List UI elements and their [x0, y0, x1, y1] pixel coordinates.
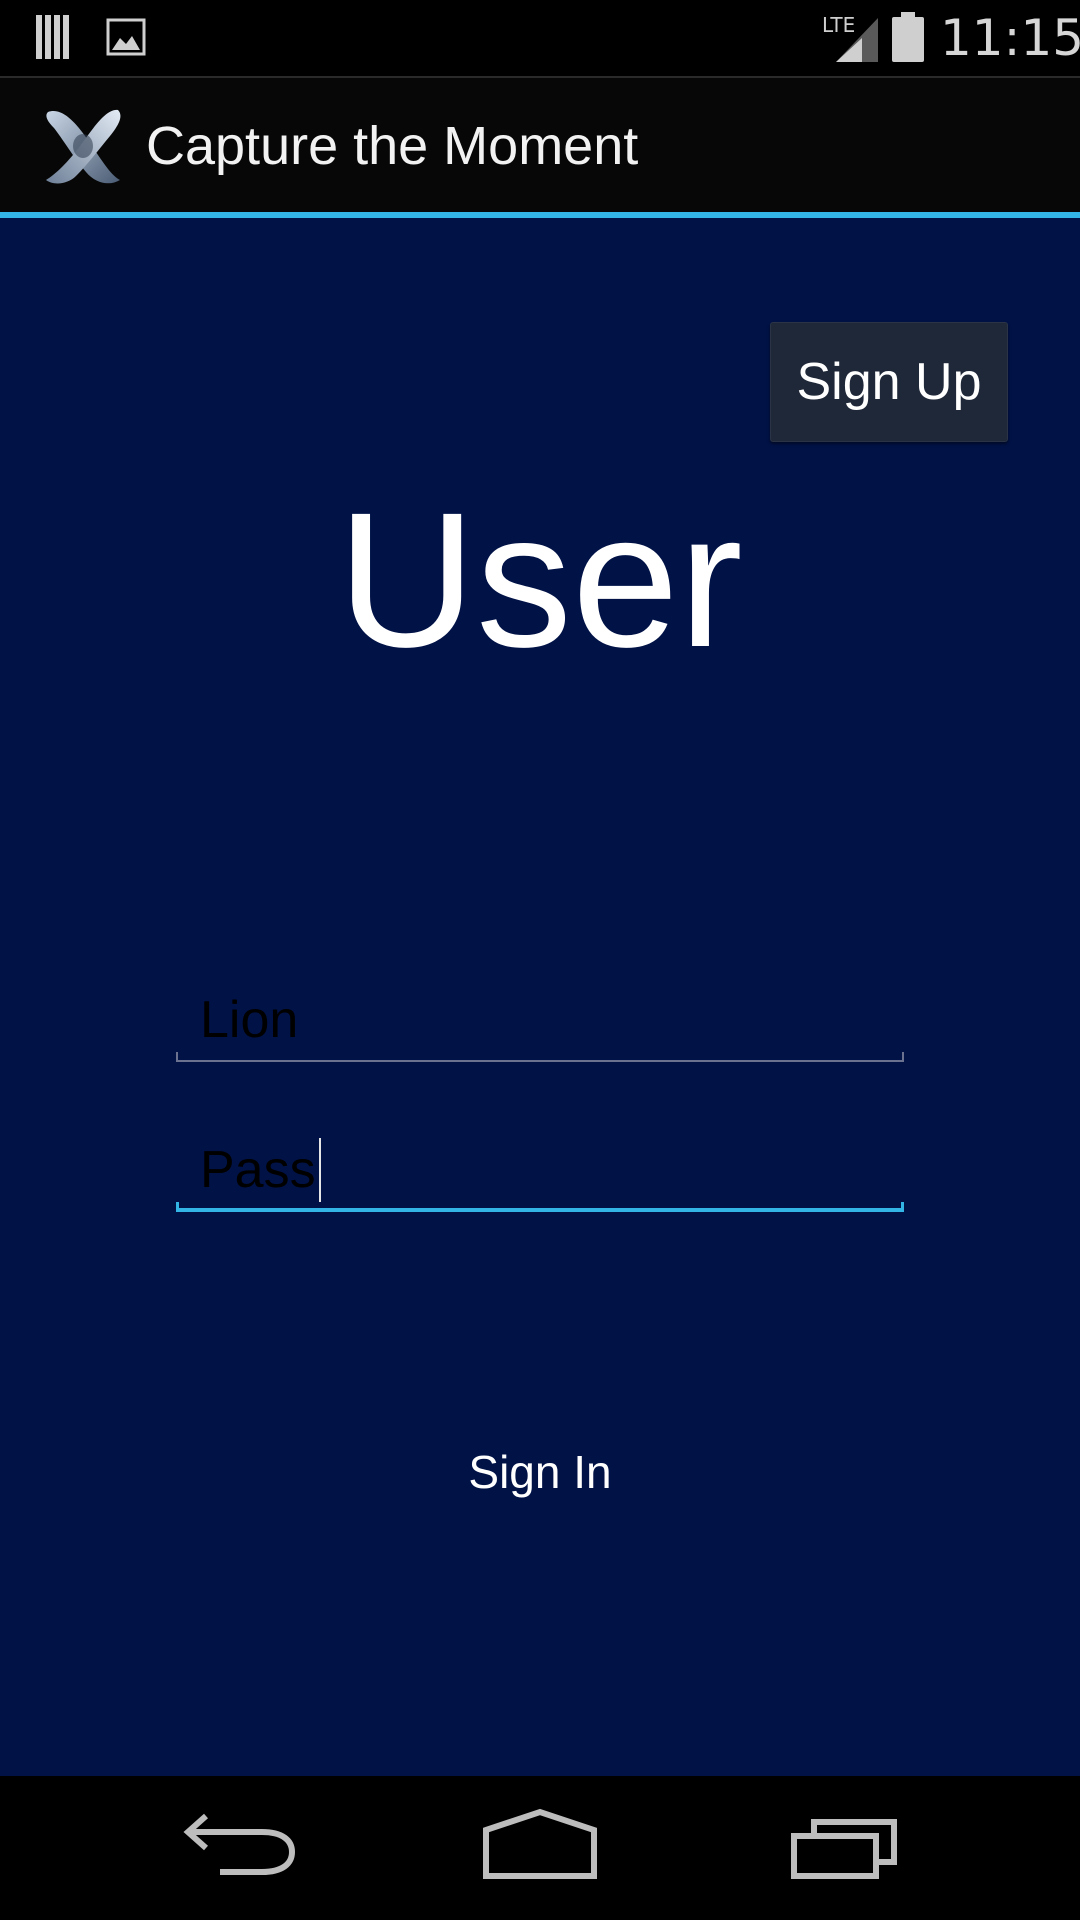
password-field[interactable]: Pass: [176, 1132, 904, 1212]
image-notification-icon: [106, 18, 146, 56]
app-title: Capture the Moment: [146, 116, 639, 176]
battery-icon: [892, 12, 924, 62]
text-cursor: [319, 1138, 321, 1202]
username-input[interactable]: Lion: [200, 982, 890, 1058]
action-bar: Capture the Moment: [0, 76, 1080, 212]
app-screen: LTE 11:15 Capture the Moment Sign Up Use…: [0, 0, 1080, 1920]
network-type-label: LTE: [822, 13, 855, 37]
password-field-underline: [176, 1202, 904, 1212]
username-field[interactable]: Lion: [176, 982, 904, 1062]
username-field-underline: [176, 1052, 904, 1062]
recent-apps-button[interactable]: [764, 1796, 924, 1900]
home-button[interactable]: [460, 1796, 620, 1900]
barcode-notification-icon: [36, 15, 69, 59]
back-icon: [183, 1813, 296, 1875]
sign-up-button[interactable]: Sign Up: [770, 322, 1008, 442]
home-icon: [483, 1808, 597, 1879]
status-bar: LTE 11:15: [0, 0, 1080, 76]
status-clock: 11:15: [940, 9, 1080, 67]
lte-signal-icon: LTE: [822, 13, 878, 62]
app-logo-icon[interactable]: [40, 102, 126, 188]
page-title: User: [337, 472, 743, 687]
password-input-text: Pass: [200, 1141, 316, 1199]
back-button[interactable]: [160, 1796, 320, 1900]
recent-apps-icon: [791, 1819, 897, 1879]
action-bar-divider: [0, 212, 1080, 218]
password-input[interactable]: Pass: [200, 1132, 890, 1208]
sign-in-button[interactable]: Sign In: [390, 1432, 690, 1512]
navigation-bar: [0, 1776, 1080, 1920]
